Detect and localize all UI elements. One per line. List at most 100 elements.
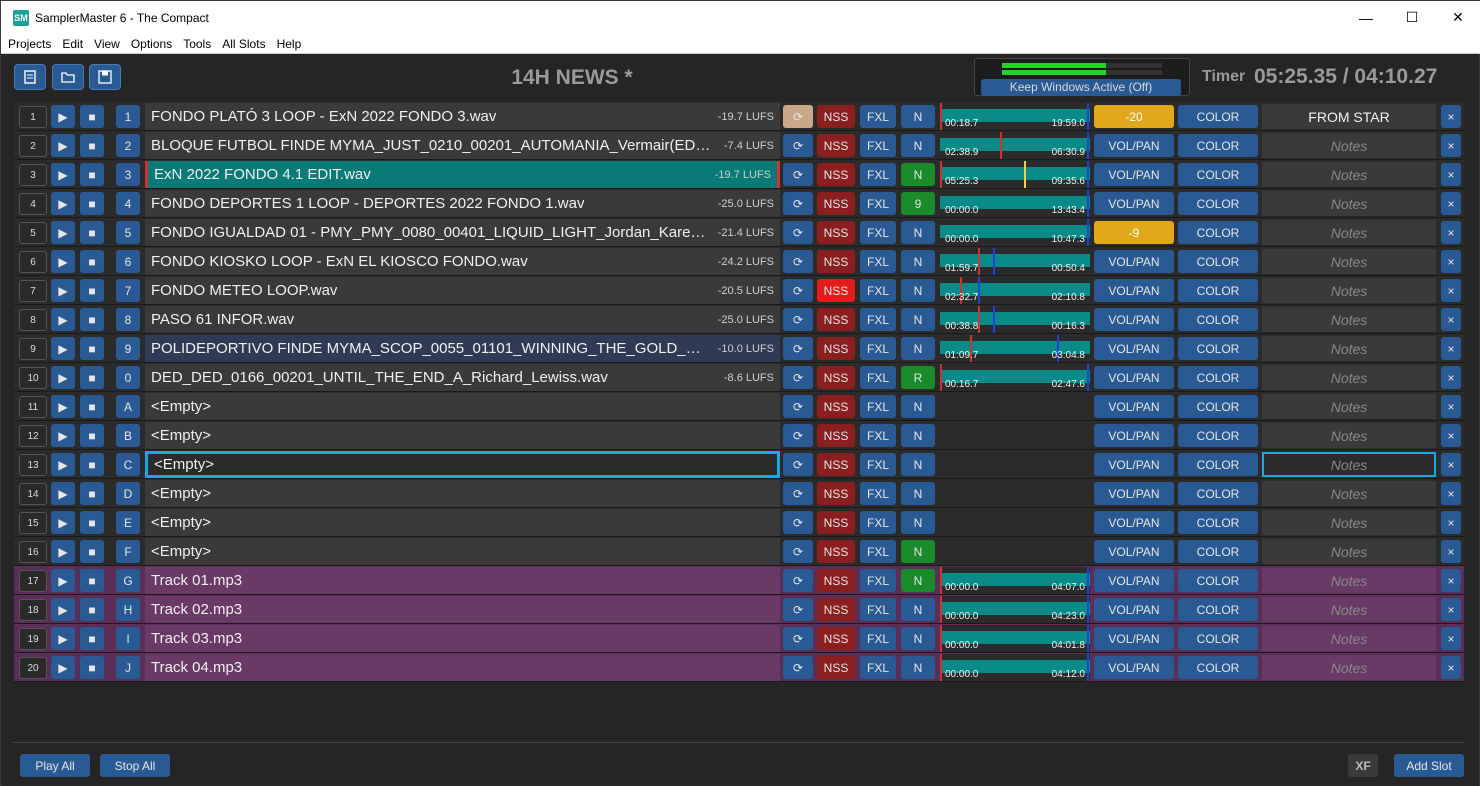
color-button[interactable]: COLOR [1178, 163, 1258, 186]
play-button[interactable]: ▶ [51, 656, 75, 679]
notes-field[interactable]: Notes [1262, 336, 1436, 361]
slot-name-field[interactable]: FONDO KIOSKO LOOP - ExN EL KIOSCO FONDO.… [145, 248, 780, 275]
reload-icon[interactable]: ⟳ [783, 627, 813, 650]
vol-pan-button[interactable]: VOL/PAN [1094, 192, 1174, 215]
notes-field[interactable]: Notes [1262, 481, 1436, 506]
waveform[interactable]: 05:25.3 09:35.6 [940, 161, 1090, 188]
nss-button[interactable]: NSS [817, 656, 855, 679]
waveform[interactable]: 01:59.7 00:50.4 [940, 248, 1090, 275]
hotkey-badge[interactable]: 6 [116, 250, 140, 273]
remove-slot-button[interactable]: × [1441, 308, 1461, 331]
play-button[interactable]: ▶ [51, 308, 75, 331]
remove-slot-button[interactable]: × [1441, 395, 1461, 418]
reload-icon[interactable]: ⟳ [783, 192, 813, 215]
fxl-button[interactable]: FXL [860, 337, 896, 360]
waveform[interactable]: 00:00.0 04:12.0 [940, 654, 1090, 681]
minimize-icon[interactable]: — [1343, 1, 1389, 34]
menu-item-help[interactable]: Help [273, 37, 306, 51]
play-button[interactable]: ▶ [51, 424, 75, 447]
play-button[interactable]: ▶ [51, 221, 75, 244]
remove-slot-button[interactable]: × [1441, 366, 1461, 389]
nss-button[interactable]: NSS [817, 540, 855, 563]
save-project-button[interactable] [89, 64, 121, 90]
notes-field[interactable]: Notes [1262, 394, 1436, 419]
reload-icon[interactable]: ⟳ [783, 105, 813, 128]
menu-item-all-slots[interactable]: All Slots [218, 37, 269, 51]
notes-field[interactable]: Notes [1262, 278, 1436, 303]
color-button[interactable]: COLOR [1178, 221, 1258, 244]
reload-icon[interactable]: ⟳ [783, 163, 813, 186]
vol-pan-button[interactable]: VOL/PAN [1094, 540, 1174, 563]
hotkey-badge[interactable]: I [116, 627, 140, 650]
color-button[interactable]: COLOR [1178, 250, 1258, 273]
nss-button[interactable]: NSS [817, 163, 855, 186]
vol-pan-button[interactable]: VOL/PAN [1094, 424, 1174, 447]
mode-button[interactable]: N [901, 511, 935, 534]
fxl-button[interactable]: FXL [860, 366, 896, 389]
remove-slot-button[interactable]: × [1441, 511, 1461, 534]
slot-name-field[interactable]: <Empty> [145, 480, 780, 507]
remove-slot-button[interactable]: × [1441, 453, 1461, 476]
color-button[interactable]: COLOR [1178, 366, 1258, 389]
vol-pan-button[interactable]: VOL/PAN [1094, 163, 1174, 186]
remove-slot-button[interactable]: × [1441, 482, 1461, 505]
open-project-button[interactable] [52, 64, 84, 90]
menu-item-edit[interactable]: Edit [58, 37, 87, 51]
hotkey-badge[interactable]: 2 [116, 134, 140, 157]
reload-icon[interactable]: ⟳ [783, 656, 813, 679]
notes-field[interactable]: Notes [1262, 568, 1436, 593]
mode-button[interactable]: N [901, 627, 935, 650]
notes-field[interactable]: Notes [1262, 655, 1436, 680]
notes-field[interactable]: Notes [1262, 626, 1436, 651]
nss-button[interactable]: NSS [817, 308, 855, 331]
hotkey-badge[interactable]: 3 [116, 163, 140, 186]
color-button[interactable]: COLOR [1178, 424, 1258, 447]
stop-button[interactable]: ■ [80, 105, 104, 128]
waveform[interactable]: 00:00.0 13:43.4 [940, 190, 1090, 217]
notes-field[interactable]: Notes [1262, 307, 1436, 332]
notes-field[interactable]: Notes [1262, 452, 1436, 477]
slot-name-field[interactable]: Track 04.mp3 [145, 654, 780, 681]
nss-button[interactable]: NSS [817, 221, 855, 244]
slot-name-field[interactable]: FONDO DEPORTES 1 LOOP - DEPORTES 2022 FO… [145, 190, 780, 217]
hotkey-badge[interactable]: A [116, 395, 140, 418]
mode-button[interactable]: N [901, 395, 935, 418]
play-button[interactable]: ▶ [51, 395, 75, 418]
remove-slot-button[interactable]: × [1441, 279, 1461, 302]
menu-item-options[interactable]: Options [127, 37, 176, 51]
hotkey-badge[interactable]: 1 [116, 105, 140, 128]
notes-field[interactable]: Notes [1262, 539, 1436, 564]
reload-icon[interactable]: ⟳ [783, 308, 813, 331]
reload-icon[interactable]: ⟳ [783, 453, 813, 476]
remove-slot-button[interactable]: × [1441, 221, 1461, 244]
new-project-button[interactable] [14, 64, 46, 90]
stop-button[interactable]: ■ [80, 134, 104, 157]
color-button[interactable]: COLOR [1178, 656, 1258, 679]
fxl-button[interactable]: FXL [860, 279, 896, 302]
stop-button[interactable]: ■ [80, 337, 104, 360]
nss-button[interactable]: NSS [817, 134, 855, 157]
stop-button[interactable]: ■ [80, 511, 104, 534]
vol-pan-button[interactable]: VOL/PAN [1094, 656, 1174, 679]
play-button[interactable]: ▶ [51, 453, 75, 476]
fxl-button[interactable]: FXL [860, 598, 896, 621]
remove-slot-button[interactable]: × [1441, 250, 1461, 273]
stop-button[interactable]: ■ [80, 598, 104, 621]
reload-icon[interactable]: ⟳ [783, 424, 813, 447]
remove-slot-button[interactable]: × [1441, 569, 1461, 592]
vol-pan-button[interactable]: VOL/PAN [1094, 482, 1174, 505]
vol-pan-button[interactable]: VOL/PAN [1094, 337, 1174, 360]
fxl-button[interactable]: FXL [860, 569, 896, 592]
slot-name-field[interactable]: POLIDEPORTIVO FINDE MYMA_SCOP_0055_01101… [145, 335, 780, 362]
reload-icon[interactable]: ⟳ [783, 250, 813, 273]
mode-button[interactable]: N [901, 453, 935, 476]
waveform[interactable]: 00:18.7 19:59.0 [940, 103, 1090, 130]
vol-pan-button[interactable]: -20 [1094, 105, 1174, 128]
stop-button[interactable]: ■ [80, 366, 104, 389]
color-button[interactable]: COLOR [1178, 337, 1258, 360]
hotkey-badge[interactable]: J [116, 656, 140, 679]
menu-item-view[interactable]: View [90, 37, 124, 51]
mode-button[interactable]: N [901, 279, 935, 302]
mode-button[interactable]: N [901, 105, 935, 128]
waveform[interactable]: 02:38.9 06:30.9 [940, 132, 1090, 159]
